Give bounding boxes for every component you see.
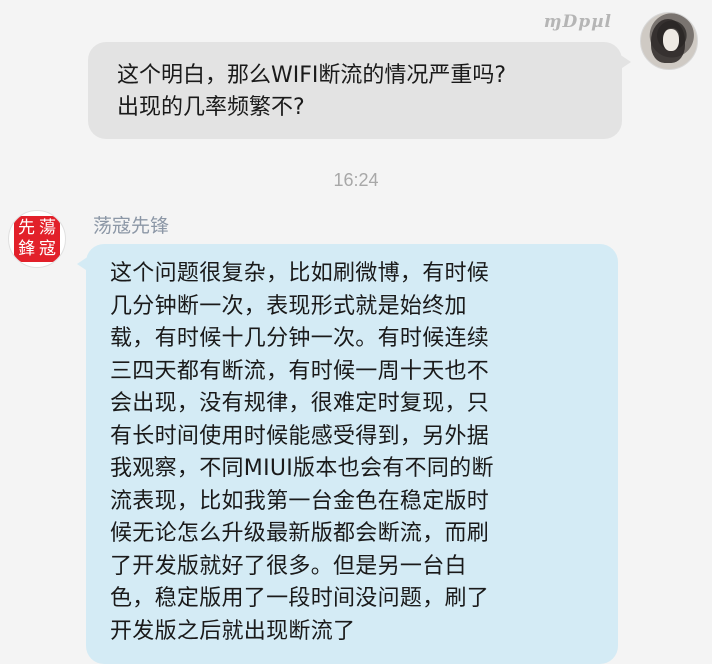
red-seal-logo: 先 蕩 鋒 寇 (14, 216, 60, 262)
seal-char: 寇 (39, 239, 56, 259)
incoming-sender-name: 荡寇先锋 (93, 215, 170, 237)
message-line: 载，有时候十几分钟一次。有时候连续 (110, 326, 490, 351)
seal-char: 先 (18, 218, 35, 238)
bubble-tail (619, 54, 631, 70)
seal-char: 蕩 (39, 218, 56, 238)
message-line: 几分钟断一次，表现形式就是始终加 (110, 293, 467, 319)
incoming-message-bubble[interactable]: 这个问题很复杂，比如刷微博，有时候 几分钟断一次，表现形式就是始终加 载，有时候… (77, 244, 618, 664)
seal-char: 鋒 (18, 239, 35, 259)
message-line: 开发版之后就出现断流了 (110, 618, 356, 644)
message-line: 流表现，比如我第一台金色在稳定版时 (110, 488, 490, 514)
outgoing-avatar[interactable] (640, 12, 698, 70)
message-line: 了开发版就好了很多。但是另一台白 (110, 553, 467, 579)
outgoing-sender-name: ɱDpµl (543, 12, 612, 32)
message-line: 出现的几率频繁不? (117, 95, 305, 120)
incoming-avatar[interactable]: 先 蕩 鋒 寇 (8, 210, 66, 268)
message-line: 我观察，不同MIUI版本也会有不同的断 (110, 456, 494, 481)
message-line: 这个问题很复杂，比如刷微博，有时候 (110, 261, 490, 286)
message-line: 三四天都有断流，有时候一周十天也不 (110, 358, 490, 384)
message-line: 有长时间使用时候能感受得到，另外据 (110, 423, 490, 449)
message-line: 会出现，没有规律，很难定时复现，只 (110, 391, 490, 416)
outgoing-message-bubble[interactable]: 这个明白，那么WIFI断流的情况严重吗? 出现的几率频繁不? (88, 42, 631, 139)
message-line: 色，稳定版用了一段时间没问题，刷了 (110, 586, 490, 611)
avatar-face-shape (663, 29, 679, 51)
message-line: 候无论怎么升级最新版都会断流，而刷 (110, 521, 490, 546)
chat-view: ɱDpµl 这个明白，那么WIFI断流的情况严重吗? 出现的几率频繁不? 16:… (0, 0, 712, 664)
message-line: 这个明白，那么WIFI断流的情况严重吗? (117, 63, 507, 88)
bubble-tail (77, 256, 89, 272)
message-timestamp: 16:24 (333, 170, 379, 190)
